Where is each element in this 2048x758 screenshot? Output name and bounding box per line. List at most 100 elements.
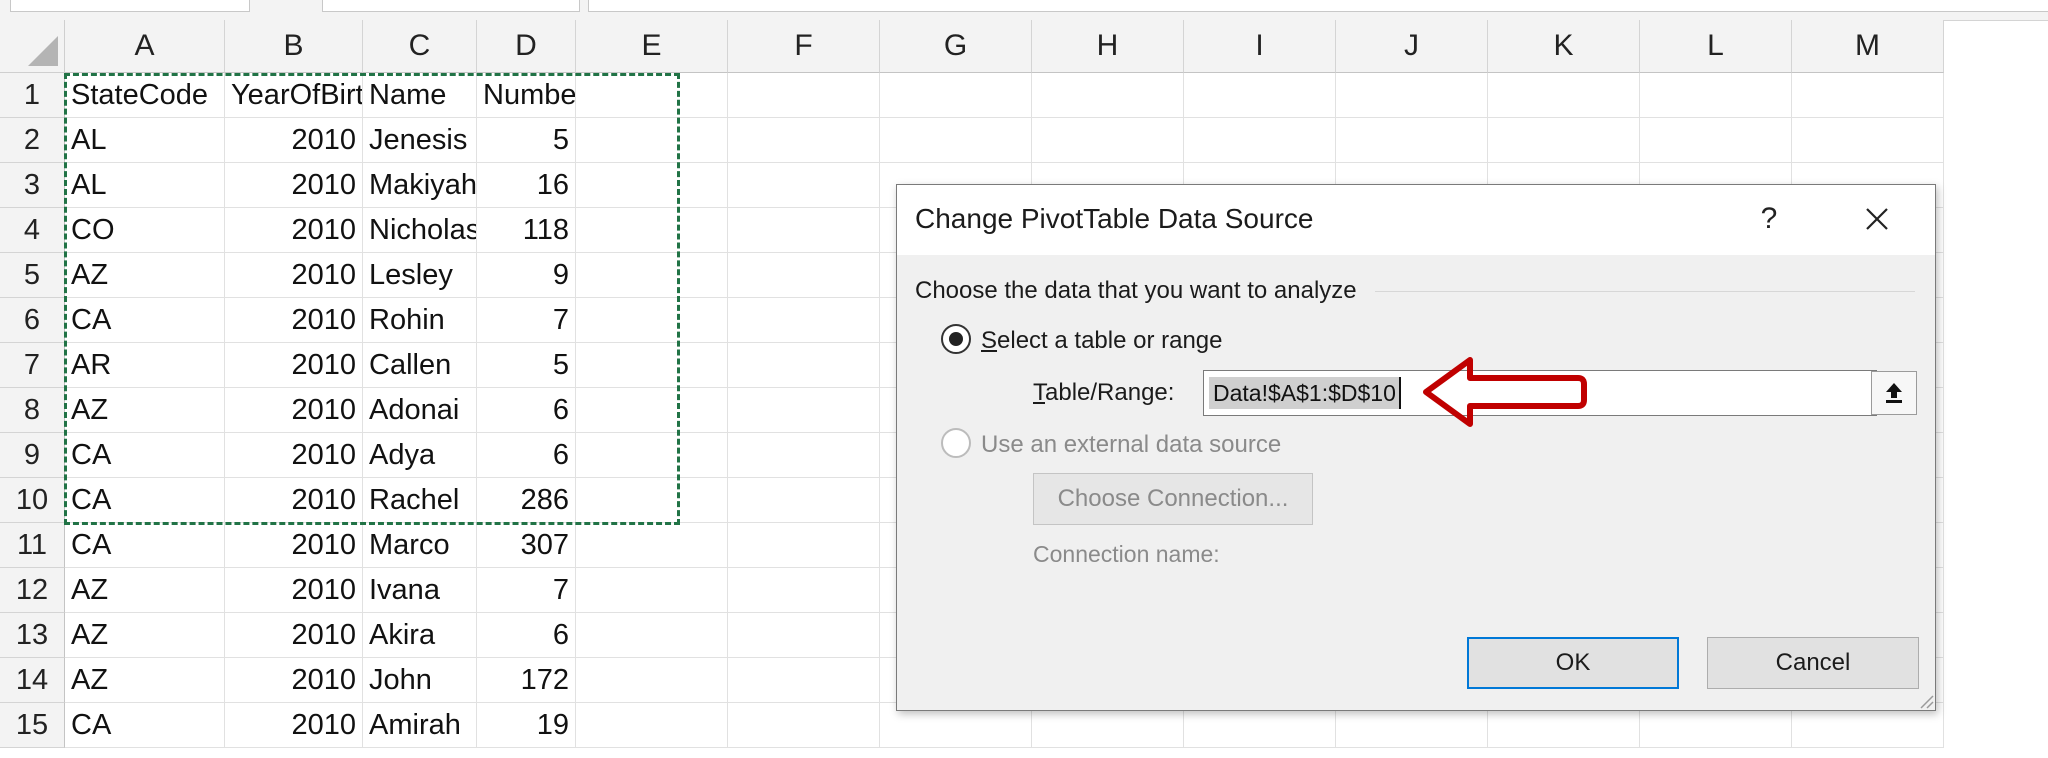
cell-e5[interactable] <box>576 253 728 298</box>
cell-b11[interactable]: 2010 <box>225 523 363 568</box>
external-source-radio[interactable] <box>941 428 971 458</box>
cell-l1[interactable] <box>1640 73 1792 118</box>
column-header-b[interactable]: B <box>225 20 363 73</box>
cell-j1[interactable] <box>1336 73 1488 118</box>
row-header-6[interactable]: 6 <box>0 298 65 343</box>
cell-l2[interactable] <box>1640 118 1792 163</box>
cell-c7[interactable]: Callen <box>363 343 477 388</box>
column-header-e[interactable]: E <box>576 20 728 73</box>
cell-f10[interactable] <box>728 478 880 523</box>
cell-f1[interactable] <box>728 73 880 118</box>
ok-button[interactable]: OK <box>1467 637 1679 689</box>
cell-a1[interactable]: StateCode <box>65 73 225 118</box>
cell-b3[interactable]: 2010 <box>225 163 363 208</box>
cell-d9[interactable]: 6 <box>477 433 576 478</box>
cell-e11[interactable] <box>576 523 728 568</box>
cell-e13[interactable] <box>576 613 728 658</box>
cell-d4[interactable]: 118 <box>477 208 576 253</box>
cell-e10[interactable] <box>576 478 728 523</box>
cell-a13[interactable]: AZ <box>65 613 225 658</box>
choose-connection-button[interactable]: Choose Connection... <box>1033 473 1313 525</box>
cell-c10[interactable]: Rachel <box>363 478 477 523</box>
cell-g2[interactable] <box>880 118 1032 163</box>
row-header-1[interactable]: 1 <box>0 73 65 118</box>
column-header-m[interactable]: M <box>1792 20 1944 73</box>
row-header-14[interactable]: 14 <box>0 658 65 703</box>
cell-c6[interactable]: Rohin <box>363 298 477 343</box>
cell-i1[interactable] <box>1184 73 1336 118</box>
column-header-a[interactable]: A <box>65 20 225 73</box>
cell-d15[interactable]: 19 <box>477 703 576 748</box>
row-header-11[interactable]: 11 <box>0 523 65 568</box>
cell-d8[interactable]: 6 <box>477 388 576 433</box>
cell-j2[interactable] <box>1336 118 1488 163</box>
cell-h1[interactable] <box>1032 73 1184 118</box>
cell-c14[interactable]: John <box>363 658 477 703</box>
column-header-f[interactable]: F <box>728 20 880 73</box>
cell-c1[interactable]: Name <box>363 73 477 118</box>
cell-d12[interactable]: 7 <box>477 568 576 613</box>
cell-b10[interactable]: 2010 <box>225 478 363 523</box>
column-header-l[interactable]: L <box>1640 20 1792 73</box>
column-header-k[interactable]: K <box>1488 20 1640 73</box>
cell-f11[interactable] <box>728 523 880 568</box>
cell-a2[interactable]: AL <box>65 118 225 163</box>
cell-a6[interactable]: CA <box>65 298 225 343</box>
cell-b7[interactable]: 2010 <box>225 343 363 388</box>
row-header-3[interactable]: 3 <box>0 163 65 208</box>
external-source-label[interactable]: Use an external data source <box>981 431 1281 459</box>
cell-a3[interactable]: AL <box>65 163 225 208</box>
cell-k2[interactable] <box>1488 118 1640 163</box>
cell-d2[interactable]: 5 <box>477 118 576 163</box>
cell-d7[interactable]: 5 <box>477 343 576 388</box>
cell-b1[interactable]: YearOfBirth <box>225 73 363 118</box>
cell-c5[interactable]: Lesley <box>363 253 477 298</box>
column-header-g[interactable]: G <box>880 20 1032 73</box>
column-header-d[interactable]: D <box>477 20 576 73</box>
row-header-10[interactable]: 10 <box>0 478 65 523</box>
cell-b15[interactable]: 2010 <box>225 703 363 748</box>
cell-e8[interactable] <box>576 388 728 433</box>
row-header-2[interactable]: 2 <box>0 118 65 163</box>
cell-f9[interactable] <box>728 433 880 478</box>
cell-b2[interactable]: 2010 <box>225 118 363 163</box>
cell-d6[interactable]: 7 <box>477 298 576 343</box>
cell-c8[interactable]: Adonai <box>363 388 477 433</box>
cell-c2[interactable]: Jenesis <box>363 118 477 163</box>
cell-d1[interactable]: Number <box>477 73 576 118</box>
row-header-9[interactable]: 9 <box>0 433 65 478</box>
cancel-button[interactable]: Cancel <box>1707 637 1919 689</box>
cell-b6[interactable]: 2010 <box>225 298 363 343</box>
cell-c11[interactable]: Marco <box>363 523 477 568</box>
cell-f5[interactable] <box>728 253 880 298</box>
row-header-5[interactable]: 5 <box>0 253 65 298</box>
cell-f12[interactable] <box>728 568 880 613</box>
cell-f14[interactable] <box>728 658 880 703</box>
cell-c12[interactable]: Ivana <box>363 568 477 613</box>
cell-c3[interactable]: Makiyah <box>363 163 477 208</box>
cell-e6[interactable] <box>576 298 728 343</box>
cell-f15[interactable] <box>728 703 880 748</box>
cell-b14[interactable]: 2010 <box>225 658 363 703</box>
cell-e12[interactable] <box>576 568 728 613</box>
cell-g1[interactable] <box>880 73 1032 118</box>
cell-c4[interactable]: Nicholas <box>363 208 477 253</box>
cell-m2[interactable] <box>1792 118 1944 163</box>
cell-i2[interactable] <box>1184 118 1336 163</box>
cell-b12[interactable]: 2010 <box>225 568 363 613</box>
cell-e2[interactable] <box>576 118 728 163</box>
cell-b13[interactable]: 2010 <box>225 613 363 658</box>
cell-a8[interactable]: AZ <box>65 388 225 433</box>
cell-e1[interactable] <box>576 73 728 118</box>
row-header-8[interactable]: 8 <box>0 388 65 433</box>
cell-e9[interactable] <box>576 433 728 478</box>
cell-d5[interactable]: 9 <box>477 253 576 298</box>
column-header-j[interactable]: J <box>1336 20 1488 73</box>
help-button[interactable]: ? <box>1745 195 1793 243</box>
cell-a5[interactable]: AZ <box>65 253 225 298</box>
cell-f4[interactable] <box>728 208 880 253</box>
cell-e3[interactable] <box>576 163 728 208</box>
cell-e15[interactable] <box>576 703 728 748</box>
row-header-15[interactable]: 15 <box>0 703 65 748</box>
cell-f7[interactable] <box>728 343 880 388</box>
